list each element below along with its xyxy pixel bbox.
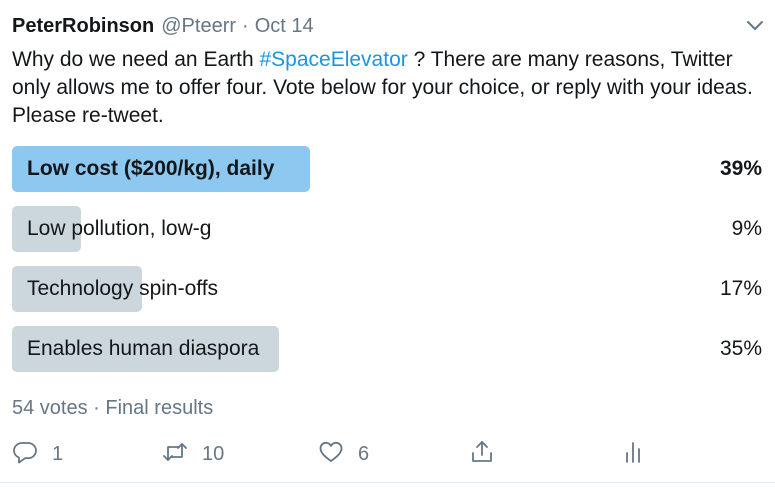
poll-option: Technology spin-offs 17%: [12, 266, 762, 312]
tweet-divider: [0, 482, 775, 483]
poll-option-percent: 9%: [731, 217, 762, 240]
share-button[interactable]: [469, 436, 495, 472]
tweet-actions: 1 10 6: [12, 436, 672, 472]
poll-option: Enables human diaspora 35%: [12, 326, 762, 372]
retweet-icon: [162, 439, 188, 470]
poll-option-percent: 17%: [719, 277, 762, 300]
chevron-down-icon[interactable]: [744, 14, 766, 36]
share-icon: [469, 439, 495, 470]
poll-option-label: Technology spin-offs: [27, 277, 219, 300]
like-icon: [318, 439, 344, 470]
tweet-text-before: Why do we need an Earth: [12, 48, 260, 71]
poll-option: Low pollution, low-g 9%: [12, 206, 762, 252]
poll-option-label: Low cost ($200/kg), daily: [27, 157, 275, 180]
reply-count: 1: [52, 442, 64, 465]
poll-option-percent: 39%: [719, 157, 762, 180]
analytics-icon: [620, 439, 646, 470]
like-button[interactable]: 6: [318, 436, 369, 472]
tweet-text: Why do we need an Earth #SpaceElevator ?…: [12, 46, 767, 130]
poll: Low cost ($200/kg), daily 39% Low pollut…: [12, 146, 762, 386]
poll-option-label: Low pollution, low-g: [27, 217, 212, 240]
poll-option: Low cost ($200/kg), daily 39%: [12, 146, 762, 192]
tweet: PeterRobinson @Pteerr · Oct 14 Why do we…: [0, 0, 775, 487]
reply-button[interactable]: 1: [12, 436, 63, 472]
retweet-button[interactable]: 10: [162, 436, 224, 472]
poll-option-percent: 35%: [719, 337, 762, 360]
reply-icon: [12, 439, 38, 470]
author-name[interactable]: PeterRobinson: [12, 15, 154, 38]
analytics-button[interactable]: [620, 436, 646, 472]
tweet-header: PeterRobinson @Pteerr · Oct 14: [12, 13, 314, 39]
tweet-date[interactable]: Oct 14: [255, 15, 314, 38]
hashtag-link[interactable]: #SpaceElevator: [259, 48, 407, 71]
poll-option-label: Enables human diaspora: [27, 337, 260, 360]
poll-summary: 54 votes · Final results: [12, 397, 214, 419]
retweet-count: 10: [202, 442, 225, 465]
like-count: 6: [358, 442, 370, 465]
header-separator: ·: [242, 14, 249, 37]
author-handle[interactable]: @Pteerr: [161, 15, 236, 38]
